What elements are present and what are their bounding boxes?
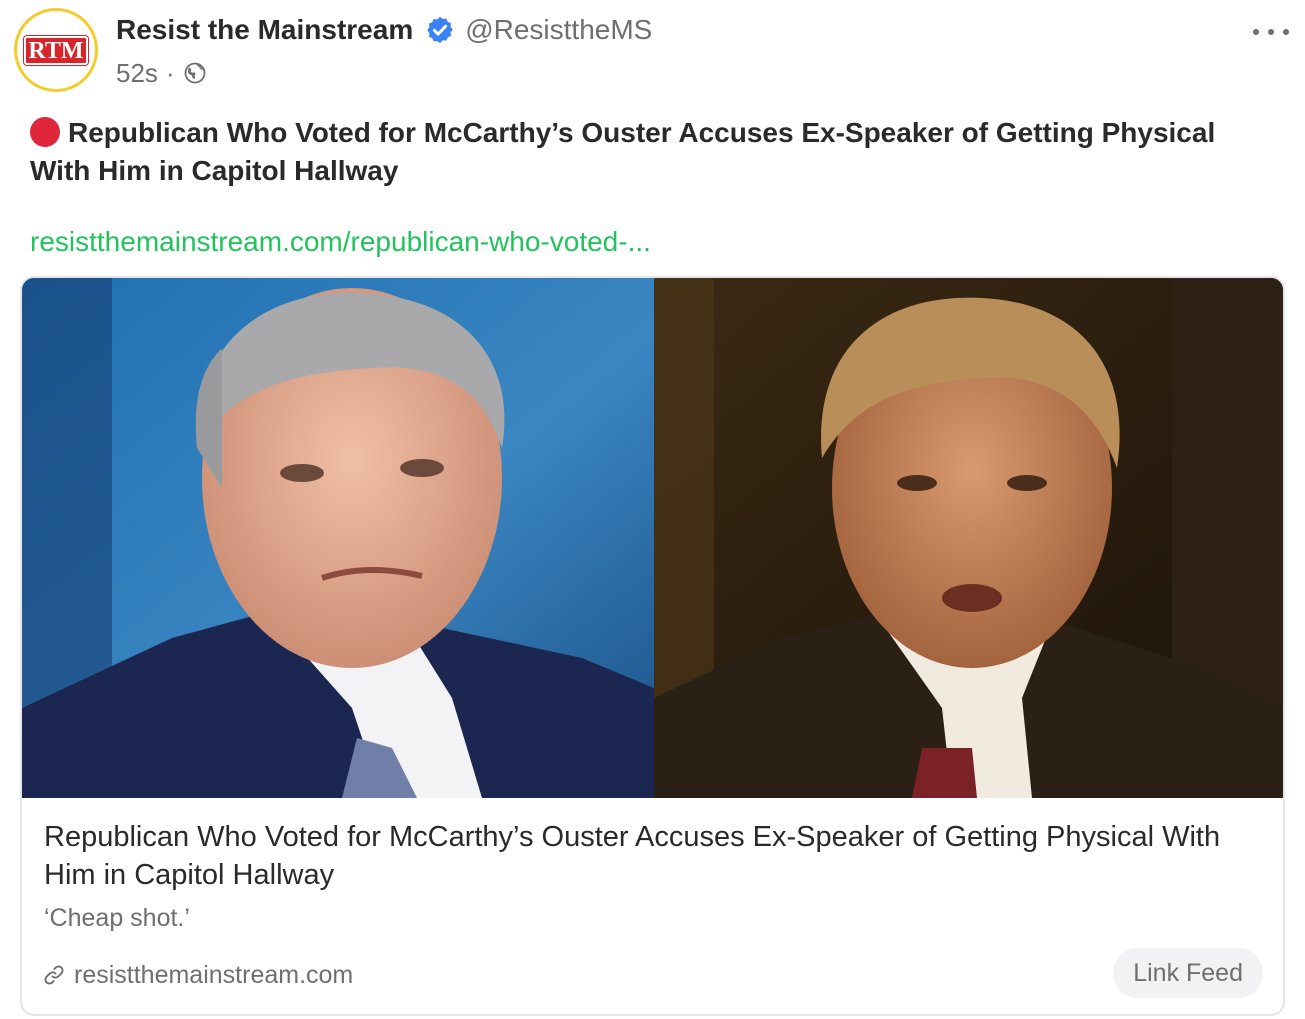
card-title[interactable]: Republican Who Voted for McCarthy’s Oust… — [44, 818, 1254, 894]
meta-separator: · — [165, 57, 175, 88]
red-circle-icon — [30, 117, 60, 147]
author-name[interactable]: Resist the Mainstream — [116, 14, 413, 46]
timestamp[interactable]: 52s — [116, 58, 158, 89]
link-preview-card[interactable]: Republican Who Voted for McCarthy’s Oust… — [20, 276, 1285, 1016]
author-line: Resist the Mainstream @ResisttheMS — [116, 12, 652, 48]
post-text-content: Republican Who Voted for McCarthy’s Oust… — [30, 117, 1216, 186]
avatar-logo: RTM — [24, 35, 88, 65]
post-text: Republican Who Voted for McCarthy’s Oust… — [30, 114, 1270, 190]
more-horizontal-icon — [1283, 29, 1289, 35]
card-subtitle: ‘Cheap shot.’ — [44, 904, 190, 932]
card-domain[interactable]: resistthemainstream.com — [42, 958, 353, 992]
author-handle[interactable]: @ResisttheMS — [465, 14, 652, 46]
card-image[interactable] — [22, 278, 1285, 798]
post: RTM Resist the Mainstream @ResisttheMS 5… — [0, 0, 1305, 1019]
link-icon — [44, 965, 64, 985]
post-link[interactable]: resistthemainstream.com/republican-who-v… — [30, 226, 651, 258]
more-options-button[interactable] — [1253, 22, 1289, 42]
verified-badge-icon — [427, 16, 453, 44]
globe-icon — [184, 62, 205, 84]
card-domain-text: resistthemainstream.com — [74, 960, 354, 989]
post-meta: 52s · — [116, 56, 207, 90]
link-feed-button[interactable]: Link Feed — [1113, 948, 1263, 998]
avatar[interactable]: RTM — [14, 8, 98, 92]
more-horizontal-icon — [1253, 29, 1259, 35]
more-horizontal-icon — [1268, 29, 1274, 35]
